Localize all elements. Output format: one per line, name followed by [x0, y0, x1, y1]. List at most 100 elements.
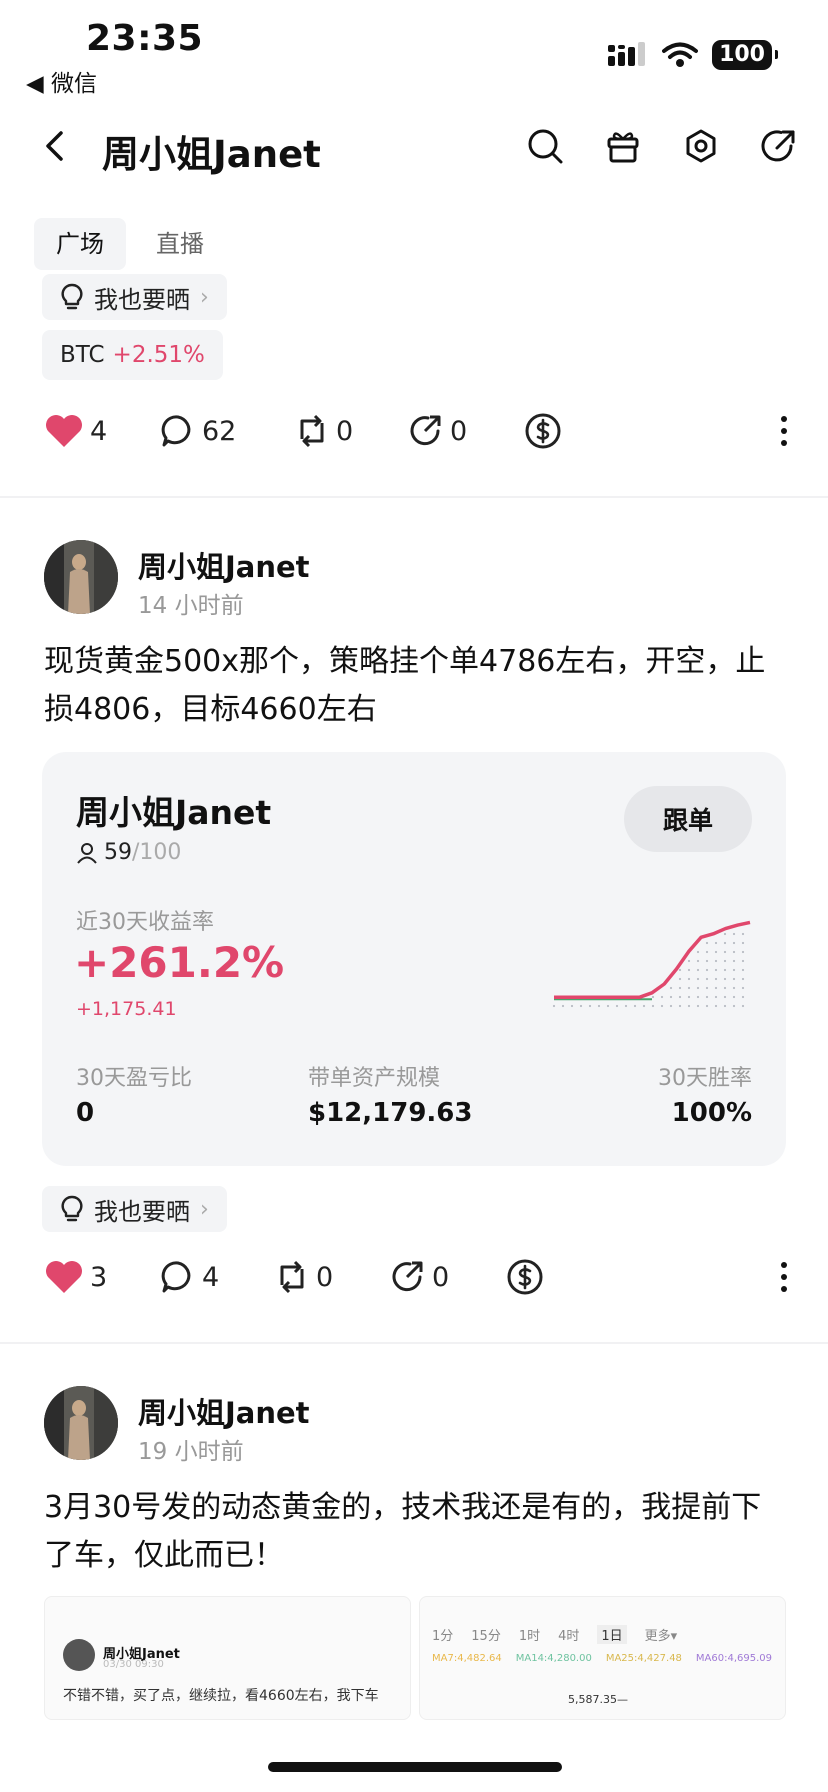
back-button[interactable]	[36, 124, 72, 168]
person-icon	[77, 842, 97, 864]
battery-icon: 100	[712, 40, 778, 70]
thumb-text: 不错不错，买了点，继续拉，看4660左右，我下车	[63, 1688, 379, 1704]
return-label: 近30天收益率	[76, 910, 214, 935]
repost-count: 0	[336, 415, 354, 447]
divider	[0, 1342, 828, 1344]
status-time: 23:35	[86, 18, 204, 59]
share-count: 0	[432, 1261, 450, 1293]
repost-count: 0	[316, 1261, 334, 1293]
stat-label-pl-ratio: 30天盈亏比	[76, 1066, 192, 1091]
ticker-symbol: BTC	[60, 342, 105, 368]
gift-button[interactable]	[604, 124, 642, 168]
avatar[interactable]	[44, 1386, 118, 1460]
post-author[interactable]: 周小姐Janet	[138, 544, 310, 586]
share-too-label: 我也要晒	[94, 285, 190, 314]
share-post-button[interactable]: 0	[390, 1259, 506, 1295]
chevron-right-icon: ›	[200, 1196, 209, 1222]
stat-value-aum: $12,179.63	[308, 1098, 473, 1128]
search-icon	[528, 129, 563, 164]
settings-hexagon-icon	[686, 129, 716, 163]
post-header: 周小姐Janet 19 小时前	[44, 1386, 744, 1466]
post-image[interactable]: 周小姐Janet 03/30 09:30 不错不错，买了点，继续拉，看4660左…	[44, 1596, 411, 1720]
follower-max: /100	[132, 840, 182, 865]
post-image-grid: 周小姐Janet 03/30 09:30 不错不错，买了点，继续拉，看4660左…	[44, 1596, 786, 1720]
share-icon	[761, 130, 795, 162]
repost-icon	[300, 414, 324, 448]
settings-button[interactable]	[682, 124, 720, 168]
stat-label-aum: 带单资产规模	[308, 1066, 441, 1091]
post-actions: 3 4 0 0	[44, 1254, 794, 1300]
timeframe-label-selected: 1日	[597, 1625, 627, 1644]
gift-icon	[607, 132, 639, 163]
post-header: 周小姐Janet 14 小时前	[44, 540, 744, 620]
tab-live[interactable]: 直播	[134, 218, 226, 270]
share-icon	[410, 415, 441, 446]
ma-label: MA7:4,482.64	[432, 1653, 502, 1664]
comment-button[interactable]: 4	[160, 1259, 274, 1295]
stat-value-pl-ratio: 0	[76, 1098, 95, 1128]
repost-button[interactable]: 0	[274, 1259, 390, 1295]
more-options-icon[interactable]	[774, 1262, 794, 1292]
comment-icon	[161, 415, 191, 447]
chevron-left-icon	[46, 131, 63, 161]
share-button[interactable]	[760, 124, 798, 168]
follower-current: 59	[104, 840, 132, 865]
status-bar: 23:35 ◀ 微信 100	[0, 0, 828, 98]
chevron-right-icon: ›	[200, 284, 209, 310]
heart-filled-icon	[46, 1261, 82, 1293]
home-indicator	[268, 1762, 562, 1772]
return-absolute: +1,175.41	[76, 998, 177, 1020]
page-title: 周小姐Janet	[102, 133, 321, 176]
avatar[interactable]	[44, 540, 118, 614]
timeframe-label: 15分	[471, 1629, 501, 1644]
tip-button[interactable]	[506, 1258, 544, 1296]
post-body-text: 3月30号发的动态黄金的，技术我还是有的，我提前下了车，仅此而已！	[44, 1490, 762, 1573]
repost-button[interactable]: 0	[294, 413, 408, 449]
share-too-chip[interactable]: 我也要晒 ›	[42, 1186, 227, 1232]
search-button[interactable]	[526, 124, 564, 168]
like-button[interactable]: 3	[44, 1259, 160, 1295]
post-author[interactable]: 周小姐Janet	[138, 1390, 310, 1432]
sparkline-line	[554, 920, 751, 999]
post-time: 19 小时前	[138, 1439, 244, 1465]
stat-label-winrate: 30天胜率	[658, 1066, 752, 1091]
timeframe-label: 4时	[558, 1629, 580, 1644]
share-post-button[interactable]: 0	[408, 413, 524, 449]
top-nav-bar: 周小姐Janet	[0, 108, 828, 188]
comment-button[interactable]: 62	[160, 413, 294, 449]
dollar-coin-icon	[525, 413, 561, 449]
comment-count: 4	[202, 1261, 220, 1293]
lightbulb-icon	[61, 283, 83, 310]
timeframe-label: 更多▾	[644, 1629, 678, 1644]
price-tag: 5,587.35—	[568, 1693, 628, 1706]
like-count: 3	[90, 1261, 108, 1293]
copy-trade-button[interactable]: 跟单	[624, 786, 752, 852]
post-image[interactable]: 1分 15分 1时 4时 1日 更多▾ MA7:4,482.64 MA14:4,…	[419, 1596, 786, 1720]
ma-label: MA60:4,695.09	[695, 1653, 773, 1664]
status-icons: 100	[608, 40, 778, 70]
share-too-chip[interactable]: 我也要晒 ›	[42, 274, 227, 320]
return-percent: +261.2%	[74, 938, 285, 987]
tip-button[interactable]	[524, 412, 562, 450]
copy-trade-card[interactable]: 周小姐Janet 59 /100 跟单 近30天收益率 +261.2% +1,1…	[42, 752, 786, 1166]
trader-name: 周小姐Janet	[76, 793, 272, 832]
ticker-chip[interactable]: BTC +2.51%	[42, 330, 223, 380]
share-count: 0	[450, 415, 468, 447]
ma-row: MA7:4,482.64 MA14:4,280.00 MA25:4,427.48…	[432, 1653, 772, 1664]
back-to-wechat-link[interactable]: ◀ 微信	[26, 64, 97, 98]
like-count: 4	[90, 415, 108, 447]
follower-count: 59 /100	[76, 840, 181, 865]
timeframe-label: 1时	[518, 1629, 541, 1644]
comment-icon	[161, 1261, 191, 1293]
tab-plaza[interactable]: 广场	[34, 218, 126, 270]
thumb-time: 03/30 09:30	[103, 1659, 164, 1670]
share-icon	[392, 1261, 423, 1292]
comment-count: 62	[202, 415, 237, 447]
more-options-icon[interactable]	[774, 416, 794, 446]
lightbulb-icon	[61, 1195, 83, 1222]
like-button[interactable]: 4	[44, 413, 160, 449]
post-actions: 4 62 0 0	[44, 408, 794, 454]
avatar	[63, 1639, 95, 1671]
return-sparkline-chart	[552, 920, 751, 1008]
dollar-coin-icon	[507, 1259, 543, 1295]
